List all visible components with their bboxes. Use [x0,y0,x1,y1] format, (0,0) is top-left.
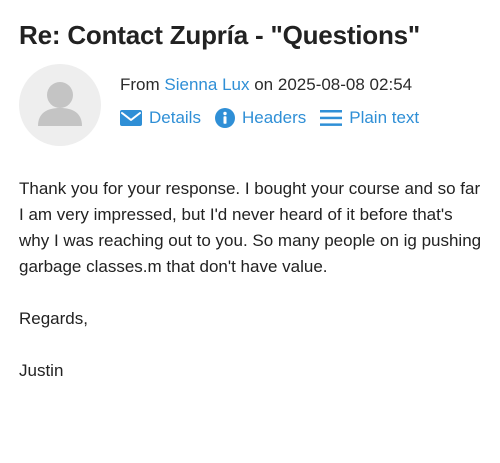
details-button[interactable]: Details [120,108,201,128]
body-paragraph: Thank you for your response. I bought yo… [19,179,482,276]
details-label: Details [149,108,201,127]
closing-text: Regards, [19,309,88,328]
info-icon [214,108,235,128]
message-body: Thank you for your response. I bought yo… [19,176,484,410]
lines-icon [320,109,343,127]
message-date: 2025-08-08 02:54 [277,75,413,94]
sender-link[interactable]: Sienna Lux [164,75,249,94]
envelope-icon [120,110,142,126]
headers-button[interactable]: Headers [214,108,307,128]
user-silhouette-icon [38,82,82,126]
plain-text-button[interactable]: Plain text [320,108,419,128]
plain-text-label: Plain text [349,108,420,127]
avatar [19,64,101,146]
date-prefix: on [254,75,274,94]
from-label: From [120,75,160,94]
signature-text: Justin [19,361,64,380]
from-line: From Sienna Lux on 2025-08-08 02:54 [120,75,412,95]
headers-label: Headers [241,108,307,127]
message-subject: Re: Contact Zupría - "Questions" [19,20,421,50]
message-actions: Details Headers Plain text [120,108,433,128]
